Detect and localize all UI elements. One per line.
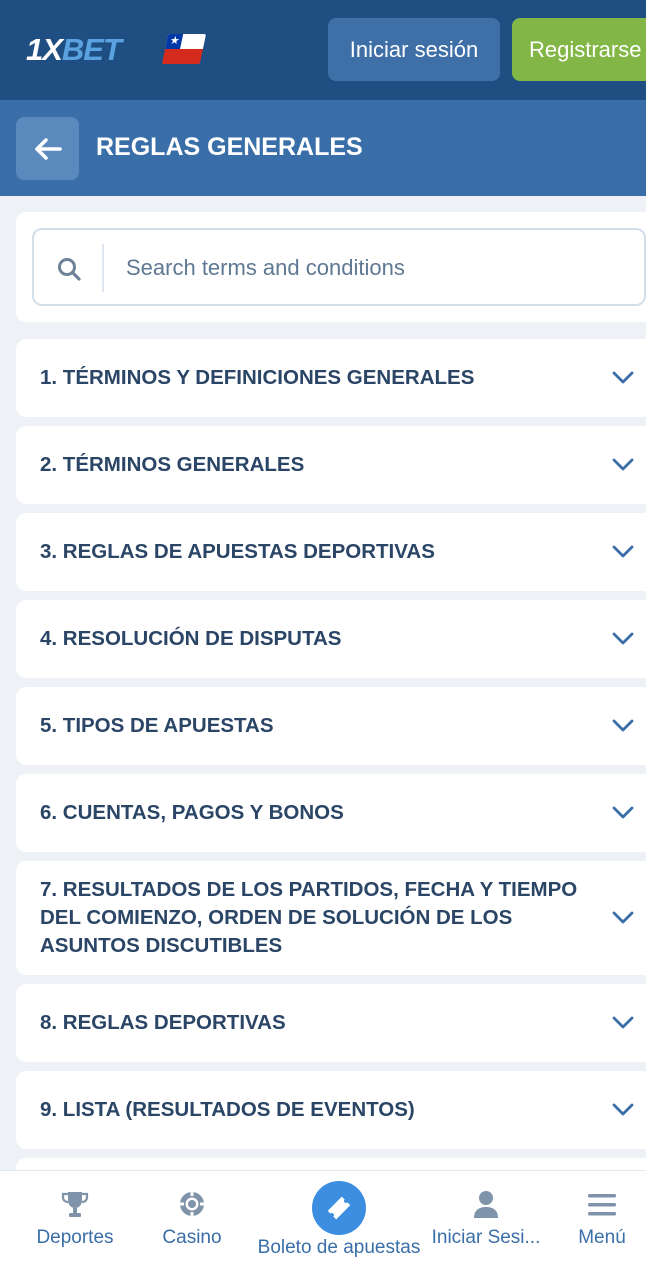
chevron-down-icon [612,371,634,384]
nav-label: Menú [578,1227,626,1248]
chevron-down-icon [612,1103,634,1116]
section-item-1[interactable]: 1. TÉRMINOS Y DEFINICIONES GENERALES [16,339,646,417]
section-label: 4. RESOLUCIÓN DE DISPUTAS [40,627,342,650]
section-label: 1. TÉRMINOS Y DEFINICIONES GENERALES [40,366,475,389]
section-item-8[interactable]: 8. REGLAS DEPORTIVAS [16,984,646,1062]
search-divider [102,244,104,292]
nav-betslip[interactable]: Boleto de apuestas [246,1171,432,1267]
section-label: 3. REGLAS DE APUESTAS DEPORTIVAS [40,540,435,563]
nav-label: Boleto de apuestas [257,1237,421,1258]
login-button[interactable]: Iniciar sesión [328,18,500,81]
nav-menu[interactable]: Menú [562,1171,642,1267]
page-title: REGLAS GENERALES [96,133,363,161]
betslip-badge [312,1181,366,1235]
search-icon [58,258,81,281]
poker-chip-icon [180,1192,204,1216]
chevron-down-icon [612,1016,634,1029]
back-button[interactable] [16,117,79,180]
section-label: 8. REGLAS DEPORTIVAS [40,1011,286,1034]
nav-login[interactable]: Iniciar Sesi... [424,1171,548,1267]
brand-logo[interactable]: 1XBET [26,32,122,68]
search-card [16,212,646,322]
chevron-down-icon [612,911,634,924]
bottom-navigation: Deportes Casino Boleto de apuestas Inici… [0,1170,646,1267]
section-label: 9. LISTA (RESULTADOS DE EVENTOS) [40,1098,415,1121]
nav-label: Deportes [36,1227,114,1248]
register-button[interactable]: Registrarse [512,18,646,81]
nav-label: Casino [162,1227,222,1248]
section-item-4[interactable]: 4. RESOLUCIÓN DE DISPUTAS [16,600,646,678]
chevron-down-icon [612,458,634,471]
section-label: 6. CUENTAS, PAGOS Y BONOS [40,801,344,824]
section-item-7[interactable]: 7. RESULTADOS DE LOS PARTIDOS, FECHA Y T… [16,861,646,975]
search-box[interactable] [32,228,646,306]
logo-part-bet: BET [61,32,122,67]
chevron-down-icon [612,545,634,558]
section-label: 7. RESULTADOS DE LOS PARTIDOS, FECHA Y T… [40,878,578,957]
user-icon [474,1191,498,1218]
trophy-icon [61,1192,89,1217]
section-item-3[interactable]: 3. REGLAS DE APUESTAS DEPORTIVAS [16,513,646,591]
chevron-down-icon [612,806,634,819]
top-header: 1XBET ★ Iniciar sesión Registrarse [0,0,646,100]
section-item-2[interactable]: 2. TÉRMINOS GENERALES [16,426,646,504]
section-label: 2. TÉRMINOS GENERALES [40,453,305,476]
search-input[interactable] [126,244,626,292]
nav-casino[interactable]: Casino [150,1171,234,1267]
title-bar: REGLAS GENERALES [0,100,646,196]
nav-sports[interactable]: Deportes [22,1171,128,1267]
logo-part-1x: 1X [26,32,63,67]
hamburger-menu-icon [588,1194,616,1216]
flag-chile-icon[interactable]: ★ [161,34,207,64]
chevron-down-icon [612,719,634,732]
arrow-left-icon [34,137,62,160]
section-label: 5. TIPOS DE APUESTAS [40,714,274,737]
nav-label: Iniciar Sesi... [431,1227,541,1248]
section-item-9[interactable]: 9. LISTA (RESULTADOS DE EVENTOS) [16,1071,646,1149]
section-item-5[interactable]: 5. TIPOS DE APUESTAS [16,687,646,765]
chevron-down-icon [612,632,634,645]
section-item-6[interactable]: 6. CUENTAS, PAGOS Y BONOS [16,774,646,852]
ticket-icon [327,1196,351,1220]
